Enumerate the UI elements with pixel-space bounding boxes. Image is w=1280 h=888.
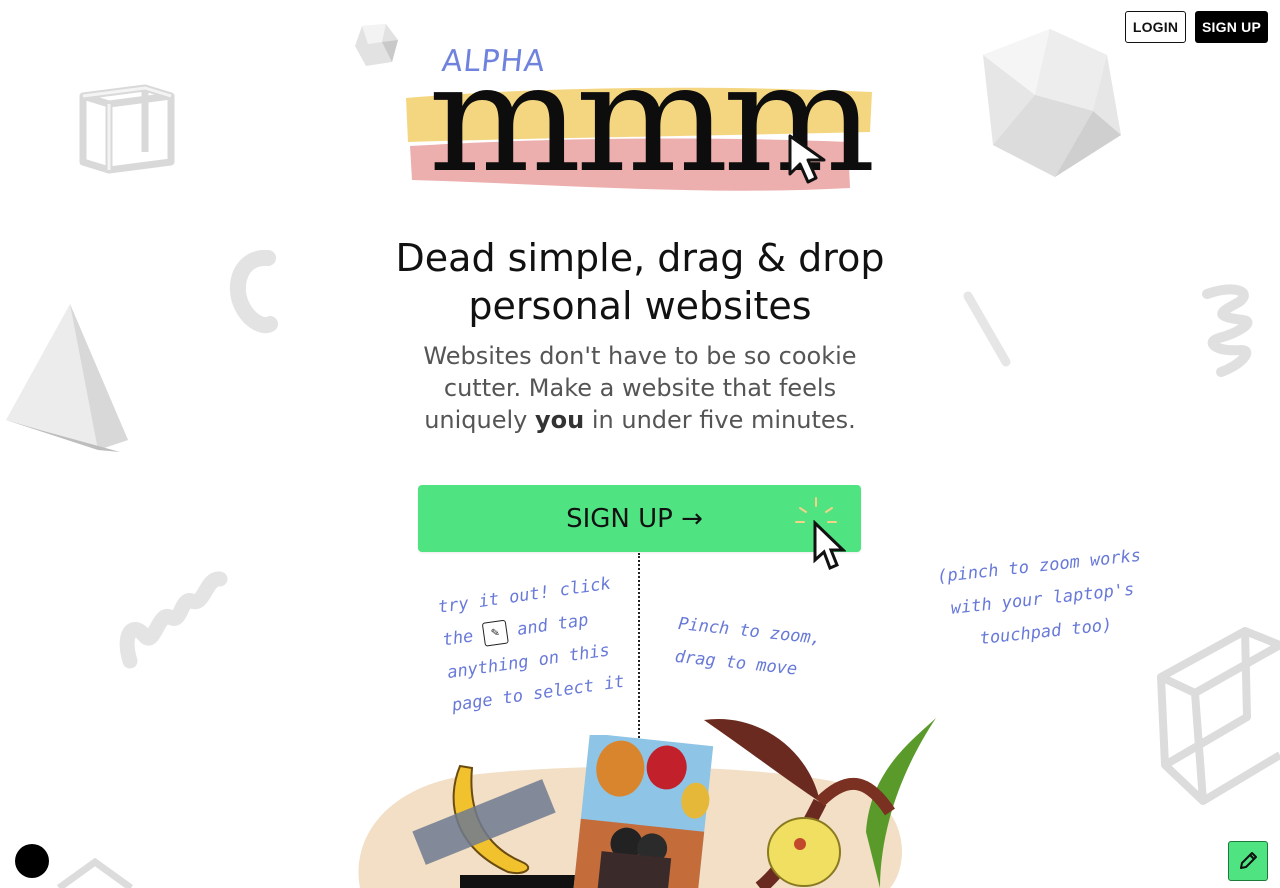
tryout-note: try it out! click the ✎ and tap anything… bbox=[436, 566, 643, 723]
laptop-note: (pinch to zoom works with your laptop's … bbox=[928, 539, 1157, 660]
signup-top-button[interactable]: SIGN UP bbox=[1195, 11, 1268, 43]
wireframe-partial-icon bbox=[56, 858, 134, 888]
edit-button[interactable] bbox=[1228, 841, 1268, 881]
stick-icon bbox=[963, 291, 1011, 367]
balloons-photo bbox=[573, 735, 714, 888]
pyramid-icon bbox=[6, 304, 128, 452]
taped-banana-image bbox=[412, 764, 556, 874]
c-shape-icon bbox=[229, 250, 278, 334]
spring-icon bbox=[1202, 284, 1253, 377]
headline-line-2: personal websites bbox=[468, 284, 812, 328]
small-gem-icon bbox=[355, 24, 398, 66]
login-button[interactable]: LOGIN bbox=[1125, 11, 1186, 43]
subtext-emphasis: you bbox=[535, 406, 585, 434]
cta-label: SIGN UP → bbox=[566, 503, 703, 534]
large-gem-icon bbox=[983, 29, 1121, 177]
pencil-icon: ✎ bbox=[481, 619, 509, 647]
arrow-cursor-icon bbox=[788, 134, 826, 184]
status-dot[interactable] bbox=[15, 844, 49, 878]
tryout-line-2a: the bbox=[441, 626, 475, 651]
hero-subtext: Websites don't have to be so cookie cutt… bbox=[400, 340, 880, 436]
headline-line-1: Dead simple, drag & drop bbox=[395, 236, 885, 280]
wireframe-cube-right-icon bbox=[1157, 627, 1280, 805]
orchid-image bbox=[704, 718, 936, 888]
coil-icon bbox=[119, 571, 228, 669]
tryout-line-2b: and tap bbox=[515, 610, 590, 640]
hero-headline: Dead simple, drag & drop personal websit… bbox=[380, 234, 900, 330]
wireframe-cube-icon bbox=[79, 84, 175, 174]
pencil-icon bbox=[1240, 852, 1257, 869]
dotted-divider bbox=[638, 553, 640, 745]
pixel-cursor-icon bbox=[813, 520, 846, 570]
pinch-note: Pinch to zoom, drag to move bbox=[673, 608, 849, 691]
subtext-after: in under five minutes. bbox=[584, 406, 856, 434]
